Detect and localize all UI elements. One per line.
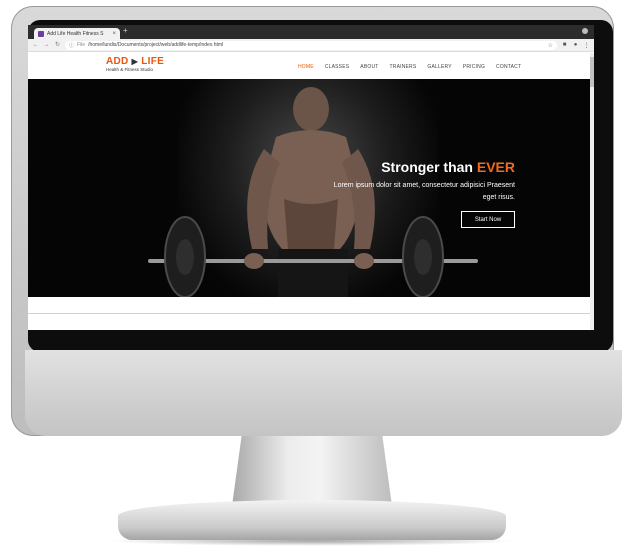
hero-title: Stronger than EVER xyxy=(381,159,515,175)
nav-home[interactable]: HOME xyxy=(298,64,314,70)
browser-window: Add Life Health Fitness S × + ← → ↻ ⓘ Fi… xyxy=(28,25,594,330)
reload-icon[interactable]: ↻ xyxy=(54,42,61,48)
browser-tab[interactable]: Add Life Health Fitness S × xyxy=(34,28,120,39)
file-scheme-label: File xyxy=(77,42,86,48)
monitor-chin xyxy=(25,350,622,436)
monitor-stand-neck xyxy=(232,436,392,506)
content-below-hero xyxy=(28,297,594,330)
info-icon[interactable]: ⓘ xyxy=(69,42,74,49)
new-tab-button[interactable]: + xyxy=(123,27,128,35)
site-header: ADD ▶ LIFE Health & Fitness Studio HOME … xyxy=(28,53,594,79)
scrollbar-thumb[interactable] xyxy=(590,57,594,87)
back-arrow-icon[interactable]: ← xyxy=(32,42,39,48)
main-nav: HOME CLASSES ABOUT TRAINERS GALLERY PRIC… xyxy=(298,64,521,70)
favicon-icon xyxy=(38,30,44,37)
site-logo[interactable]: ADD ▶ LIFE Health & Fitness Studio xyxy=(106,57,164,73)
nav-pricing[interactable]: PRICING xyxy=(463,64,485,70)
nav-contact[interactable]: CONTACT xyxy=(496,64,521,70)
hero-title-accent: EVER xyxy=(476,159,515,175)
logo-brand-left: ADD xyxy=(106,56,129,67)
nav-gallery[interactable]: GALLERY xyxy=(427,64,451,70)
close-icon[interactable]: × xyxy=(112,31,116,37)
profile-icon[interactable]: ● xyxy=(572,42,579,48)
url-text: /home/lundis/Documents/project/web/addli… xyxy=(88,42,224,48)
nav-about[interactable]: ABOUT xyxy=(360,64,378,70)
bookmark-star-icon[interactable]: ☆ xyxy=(548,42,553,49)
url-input[interactable]: ⓘ File /home/lundis/Documents/project/we… xyxy=(65,40,557,50)
start-now-button[interactable]: Start Now xyxy=(461,211,515,228)
tab-bar: Add Life Health Fitness S × + xyxy=(28,25,594,39)
hero-body-text: Lorem ipsum dolor sit amet, consectetur … xyxy=(333,182,515,201)
logo-tagline: Health & Fitness Studio xyxy=(106,67,154,72)
hero-title-main: Stronger than xyxy=(381,159,473,175)
logo-arrow-icon: ▶ xyxy=(131,57,139,66)
extension-icon[interactable]: ■ xyxy=(561,42,568,48)
page-scrollbar[interactable] xyxy=(590,53,594,330)
address-bar: ← → ↻ ⓘ File /home/lundis/Documents/proj… xyxy=(28,39,594,52)
hero-banner: Stronger than EVER Lorem ipsum dolor sit… xyxy=(28,79,594,297)
menu-kebab-icon[interactable]: ⋮ xyxy=(583,42,590,49)
section-divider xyxy=(28,313,594,314)
nav-trainers[interactable]: TRAINERS xyxy=(390,64,417,70)
monitor-stand-base xyxy=(118,500,506,540)
logo-brand-right: LIFE xyxy=(141,56,165,67)
window-close-button[interactable] xyxy=(582,28,588,34)
forward-arrow-icon[interactable]: → xyxy=(43,42,50,48)
nav-classes[interactable]: CLASSES xyxy=(325,64,349,70)
tab-title: Add Life Health Fitness S xyxy=(47,30,104,37)
